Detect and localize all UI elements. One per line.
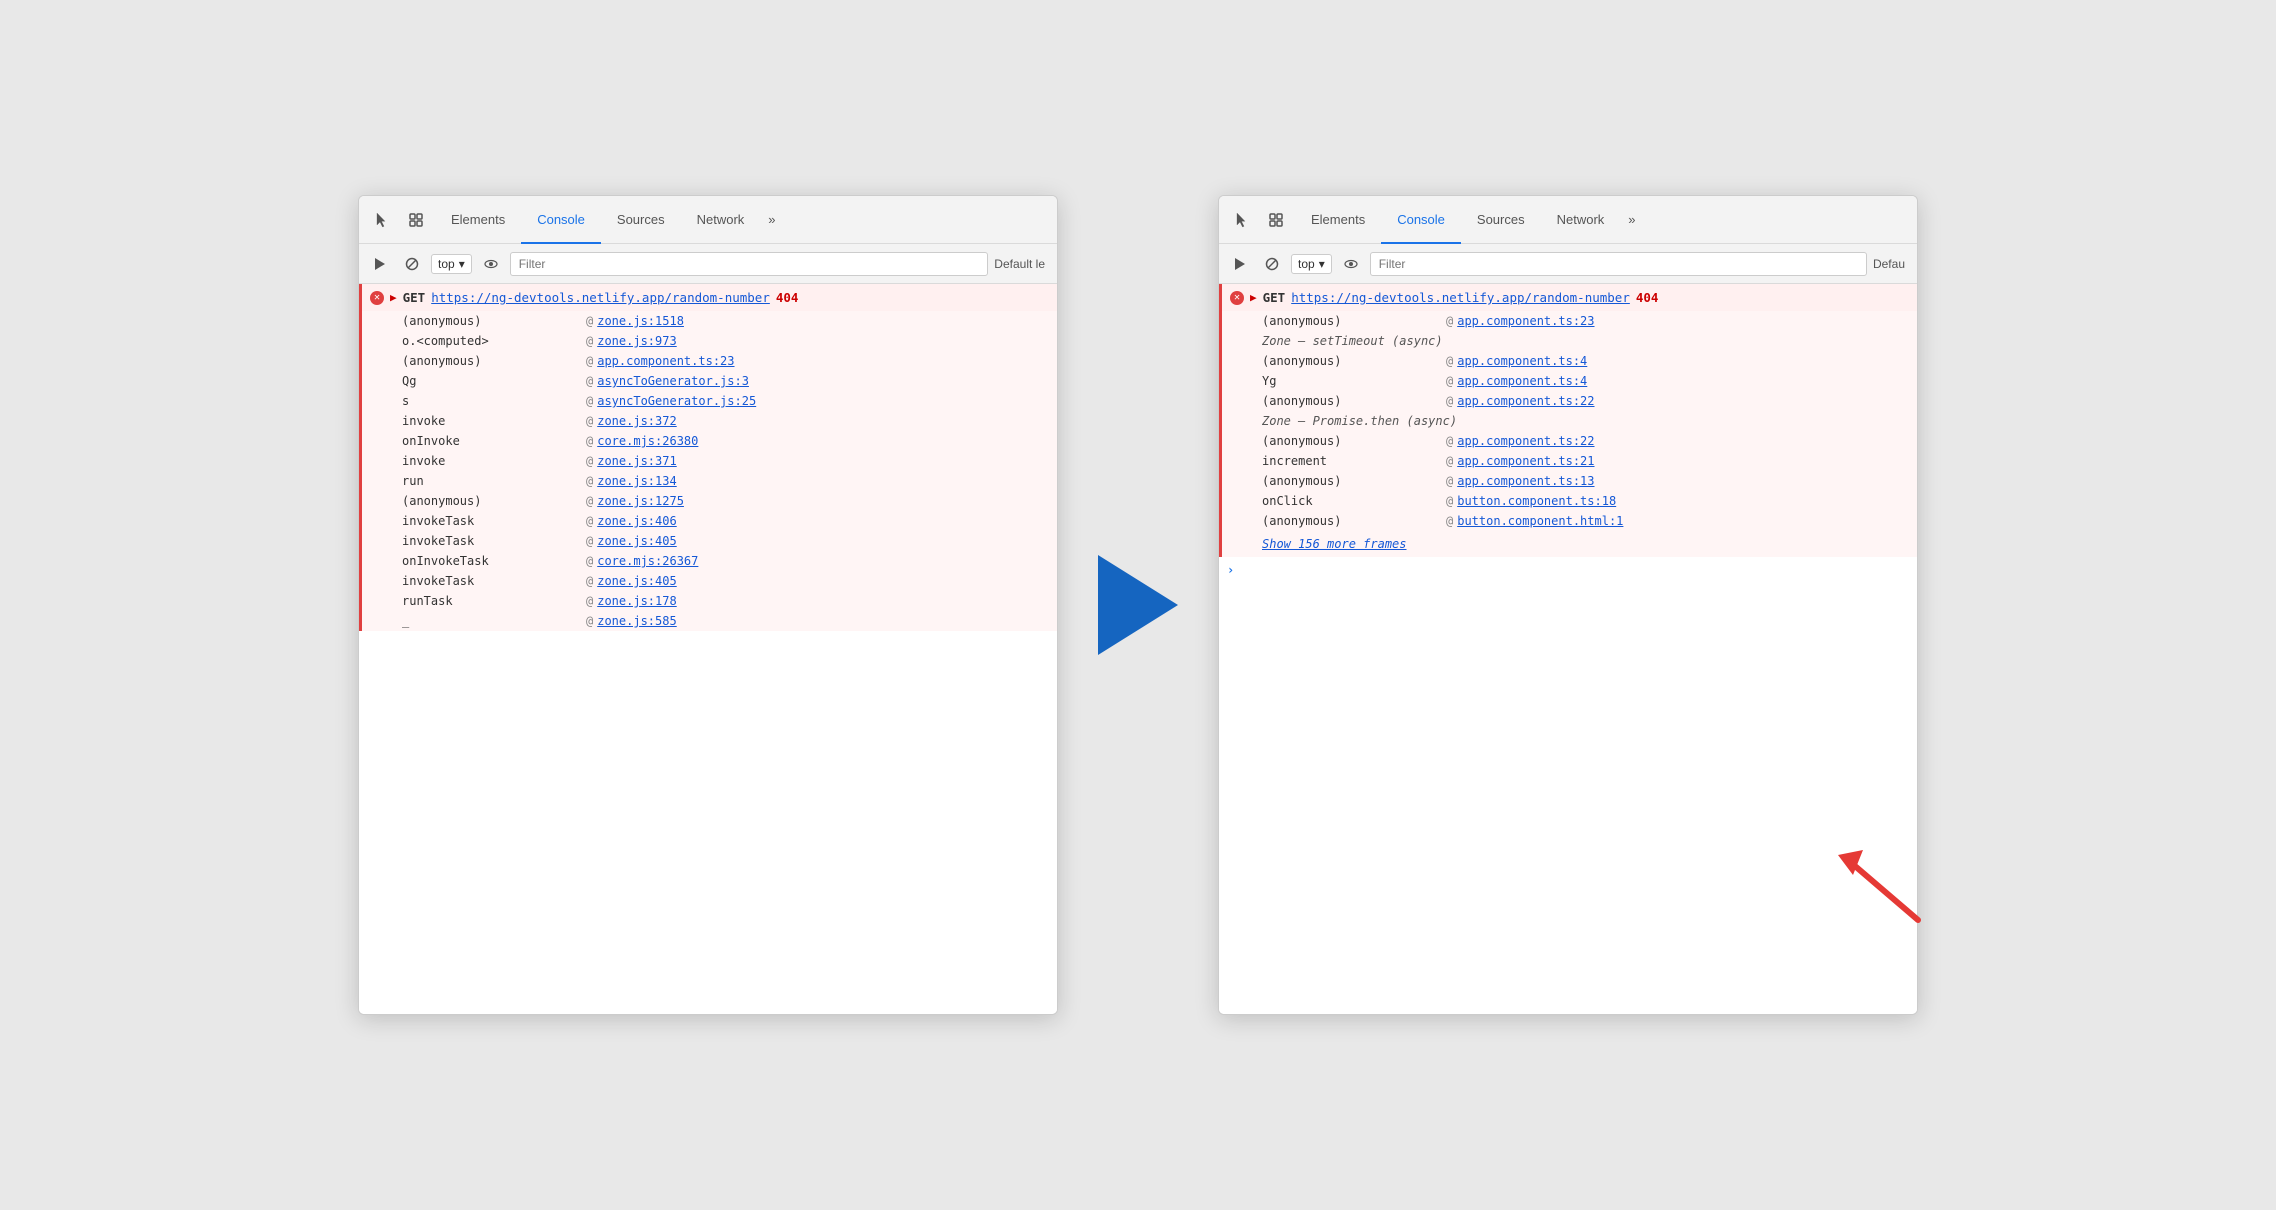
left-stack-row-12: onInvokeTask @ core.mjs:26367 — [362, 551, 1057, 571]
right-filter-input[interactable] — [1370, 252, 1867, 276]
right-show-more-link[interactable]: Show 156 more frames — [1262, 537, 1407, 551]
right-panel-wrapper: Elements Console Sources Network » top ▾ — [1218, 195, 1918, 1015]
right-error-dot: ✕ — [1230, 291, 1244, 305]
right-top-label: top — [1298, 257, 1315, 271]
right-default-label: Defau — [1873, 257, 1909, 271]
left-stack-row-3: Qg @ asyncToGenerator.js:3 — [362, 371, 1057, 391]
left-stack-row-8: run @ zone.js:134 — [362, 471, 1057, 491]
right-cursor-icon[interactable] — [1227, 205, 1257, 235]
right-console-prompt: › — [1219, 557, 1917, 583]
left-stack-row-14: runTask @ zone.js:178 — [362, 591, 1057, 611]
right-stack-row-0: (anonymous) @ app.component.ts:23 — [1222, 311, 1917, 331]
left-stack-row-0: (anonymous) @ zone.js:1518 — [362, 311, 1057, 331]
left-stack-row-9: (anonymous) @ zone.js:1275 — [362, 491, 1057, 511]
left-filter-input[interactable] — [510, 252, 989, 276]
left-stack-row-13: invokeTask @ zone.js:405 — [362, 571, 1057, 591]
right-tab-console[interactable]: Console — [1381, 196, 1461, 244]
right-tab-sources[interactable]: Sources — [1461, 196, 1541, 244]
right-error-group: ✕ ▶ GET https://ng-devtools.netlify.app/… — [1219, 284, 1917, 557]
right-error-header: ✕ ▶ GET https://ng-devtools.netlify.app/… — [1222, 284, 1917, 311]
right-show-more-row: Show 156 more frames — [1222, 531, 1917, 557]
left-error-group: ✕ ▶ GET https://ng-devtools.netlify.app/… — [359, 284, 1057, 631]
right-prompt-chevron: › — [1227, 563, 1234, 577]
right-tabs-bar: Elements Console Sources Network » — [1219, 196, 1917, 244]
right-devtools-panel: Elements Console Sources Network » top ▾ — [1218, 195, 1918, 1015]
left-tab-sources[interactable]: Sources — [601, 196, 681, 244]
right-stack-row-2: Yg @ app.component.ts:4 — [1222, 371, 1917, 391]
left-top-dropdown[interactable]: top ▾ — [431, 254, 472, 274]
left-tab-network[interactable]: Network — [681, 196, 761, 244]
direction-arrow — [1098, 555, 1178, 655]
left-stack-row-4: s @ asyncToGenerator.js:25 — [362, 391, 1057, 411]
left-eye-btn[interactable] — [478, 251, 504, 277]
left-toolbar: top ▾ Default le — [359, 244, 1057, 284]
left-stack-row-5: invoke @ zone.js:372 — [362, 411, 1057, 431]
right-stack-row-5: increment @ app.component.ts:21 — [1222, 451, 1917, 471]
right-stack-row-8: (anonymous) @ button.component.html:1 — [1222, 511, 1917, 531]
left-tab-console[interactable]: Console — [521, 196, 601, 244]
right-tab-more[interactable]: » — [1620, 212, 1643, 227]
left-default-label: Default le — [994, 257, 1049, 271]
left-chevron-down-icon: ▾ — [459, 257, 465, 271]
left-tab-more[interactable]: » — [760, 212, 783, 227]
right-chevron-down-icon: ▾ — [1319, 257, 1325, 271]
left-stack-row-2: (anonymous) @ app.component.ts:23 — [362, 351, 1057, 371]
left-stack-row-1: o.<computed> @ zone.js:973 — [362, 331, 1057, 351]
right-stack-row-3: (anonymous) @ app.component.ts:22 — [1222, 391, 1917, 411]
left-console-content: ✕ ▶ GET https://ng-devtools.netlify.app/… — [359, 284, 1057, 1014]
blue-right-arrow — [1098, 555, 1178, 655]
right-console-content: ✕ ▶ GET https://ng-devtools.netlify.app/… — [1219, 284, 1917, 1014]
left-error-status: 404 — [776, 290, 799, 305]
right-stack-row-6: (anonymous) @ app.component.ts:13 — [1222, 471, 1917, 491]
right-top-dropdown[interactable]: top ▾ — [1291, 254, 1332, 274]
left-ban-btn[interactable] — [399, 251, 425, 277]
right-ban-btn[interactable] — [1259, 251, 1285, 277]
right-toolbar: top ▾ Defau — [1219, 244, 1917, 284]
right-get-method: GET — [1263, 290, 1286, 305]
left-error-dot: ✕ — [370, 291, 384, 305]
left-top-label: top — [438, 257, 455, 271]
right-tab-network[interactable]: Network — [1541, 196, 1621, 244]
left-stack-row-10: invokeTask @ zone.js:406 — [362, 511, 1057, 531]
left-get-method: GET — [403, 290, 426, 305]
right-async-1: Zone – Promise.then (async) — [1222, 411, 1917, 431]
left-stack-row-6: onInvoke @ core.mjs:26380 — [362, 431, 1057, 451]
left-tabs-bar: Elements Console Sources Network » — [359, 196, 1057, 244]
left-play-btn[interactable] — [367, 251, 393, 277]
scene: Elements Console Sources Network » top ▾… — [298, 135, 1978, 1075]
right-tab-elements[interactable]: Elements — [1295, 196, 1381, 244]
right-error-status: 404 — [1636, 290, 1659, 305]
left-error-url[interactable]: https://ng-devtools.netlify.app/random-n… — [431, 290, 770, 305]
right-stack-row-4: (anonymous) @ app.component.ts:22 — [1222, 431, 1917, 451]
right-play-btn[interactable] — [1227, 251, 1253, 277]
right-async-0: Zone – setTimeout (async) — [1222, 331, 1917, 351]
left-error-triangle[interactable]: ▶ — [390, 291, 397, 304]
right-layers-icon[interactable] — [1261, 205, 1291, 235]
left-stack-row-15: _ @ zone.js:585 — [362, 611, 1057, 631]
right-stack-row-1: (anonymous) @ app.component.ts:4 — [1222, 351, 1917, 371]
cursor-icon[interactable] — [367, 205, 397, 235]
right-error-url[interactable]: https://ng-devtools.netlify.app/random-n… — [1291, 290, 1630, 305]
left-stack-row-7: invoke @ zone.js:371 — [362, 451, 1057, 471]
right-stack-row-7: onClick @ button.component.ts:18 — [1222, 491, 1917, 511]
right-error-triangle[interactable]: ▶ — [1250, 291, 1257, 304]
right-eye-btn[interactable] — [1338, 251, 1364, 277]
left-devtools-panel: Elements Console Sources Network » top ▾… — [358, 195, 1058, 1015]
left-stack-row-11: invokeTask @ zone.js:405 — [362, 531, 1057, 551]
left-error-header: ✕ ▶ GET https://ng-devtools.netlify.app/… — [362, 284, 1057, 311]
layers-icon[interactable] — [401, 205, 431, 235]
left-tab-elements[interactable]: Elements — [435, 196, 521, 244]
